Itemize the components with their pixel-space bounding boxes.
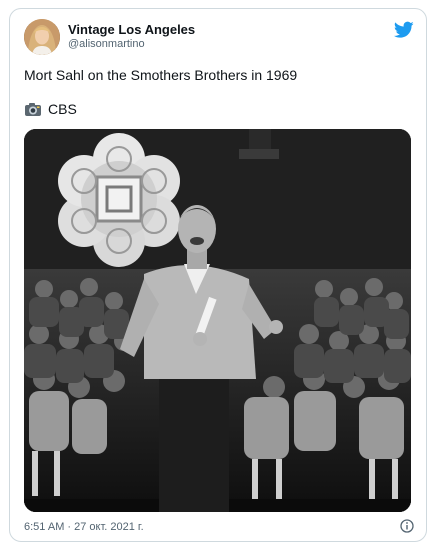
tweet-photo[interactable] bbox=[24, 129, 411, 512]
avatar[interactable] bbox=[24, 19, 60, 55]
camera-icon bbox=[25, 102, 41, 116]
info-icon[interactable] bbox=[400, 519, 414, 533]
photo-credit-label: CBS bbox=[48, 101, 77, 117]
author-handle[interactable]: @alisonmartino bbox=[68, 38, 145, 50]
tweet-text: Mort Sahl on the Smothers Brothers in 19… bbox=[24, 67, 298, 83]
twitter-bird-icon[interactable] bbox=[394, 21, 414, 39]
author-name[interactable]: Vintage Los Angeles bbox=[68, 22, 195, 37]
tweet-timestamp[interactable]: 6:51 AM · 27 окт. 2021 г. bbox=[24, 521, 144, 533]
photo-credit: CBS bbox=[24, 101, 77, 117]
tweet-card[interactable]: Vintage Los Angeles @alisonmartino Mort … bbox=[9, 8, 427, 542]
